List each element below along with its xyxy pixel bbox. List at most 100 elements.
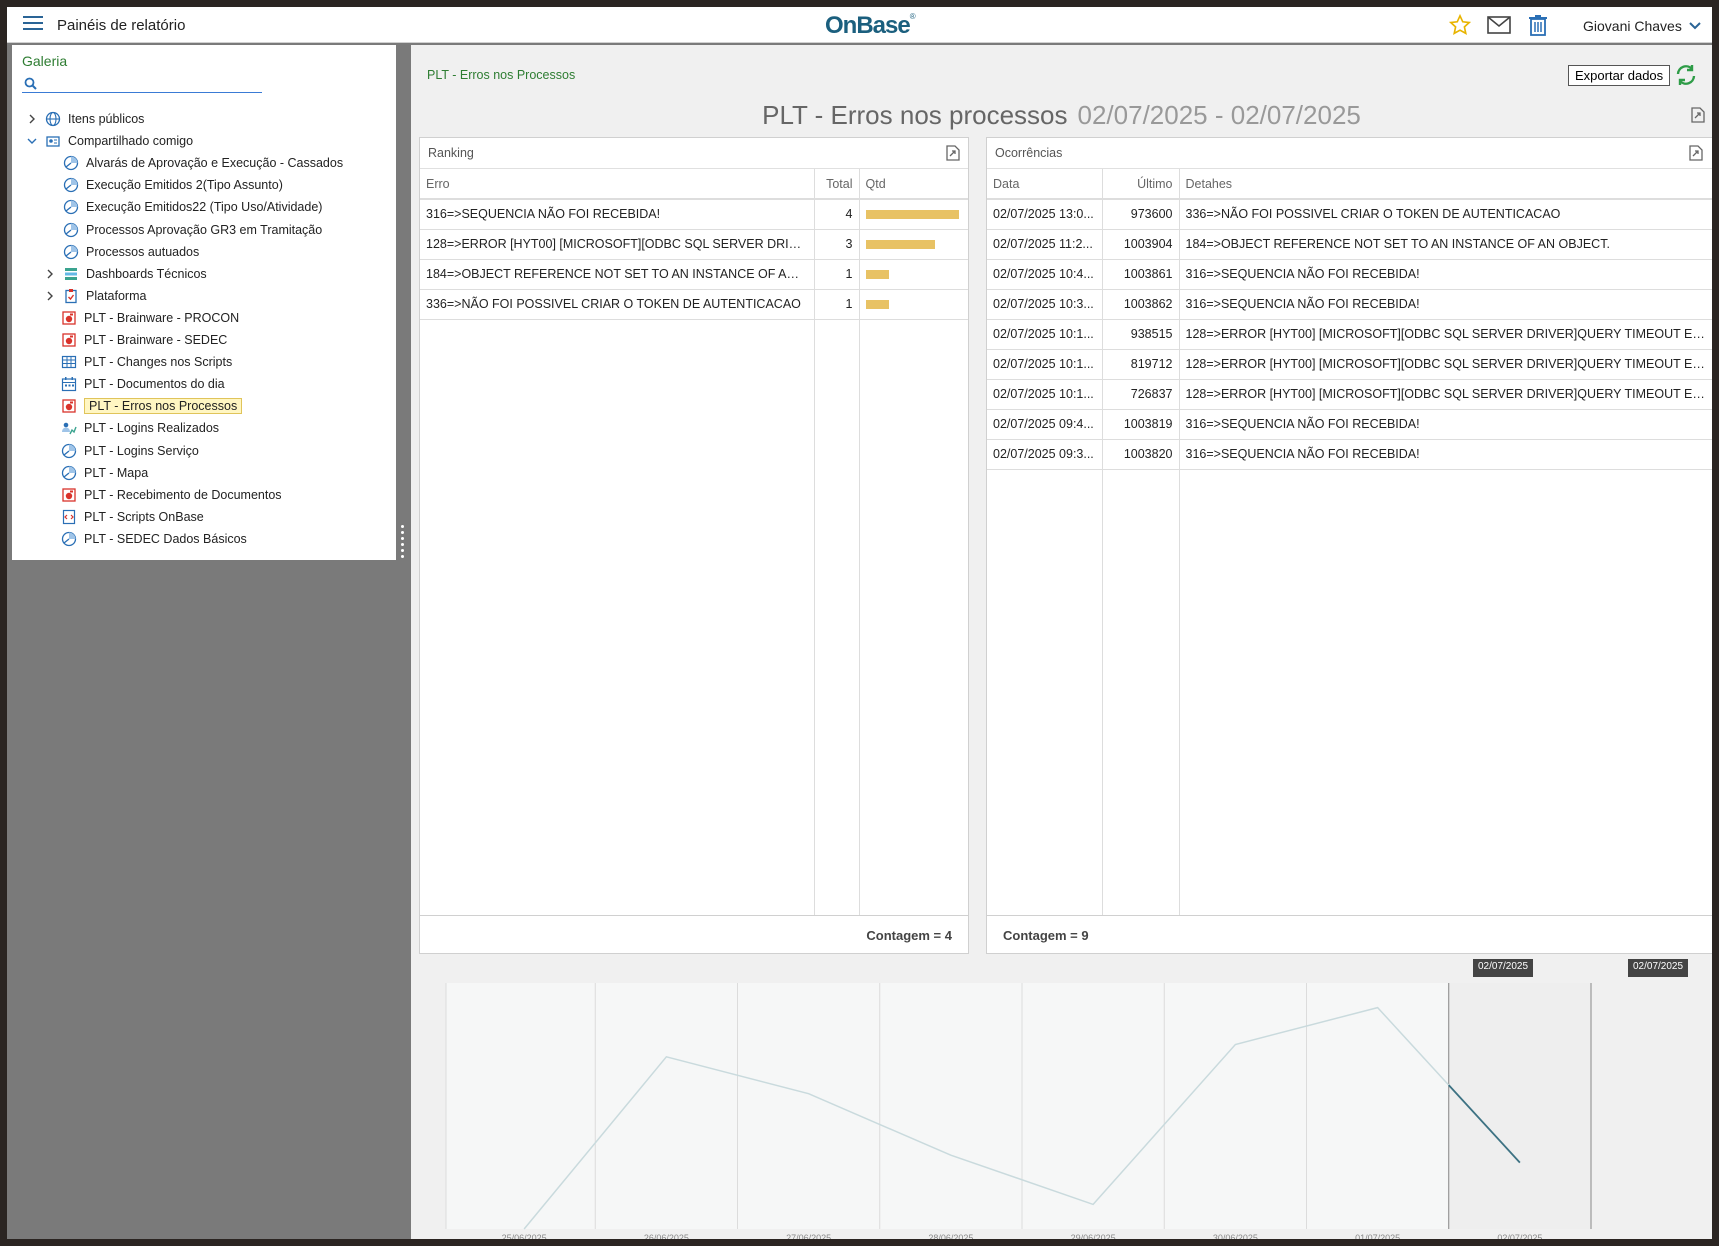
ocorrencia-data: 02/07/2025 13:0... (987, 199, 1103, 230)
ranking-count: Contagem = 4 (420, 915, 968, 953)
ranking-row[interactable]: 316=>SEQUENCIA NÃO FOI RECEBIDA! 4 (420, 199, 968, 230)
panel-resize-handle[interactable] (401, 525, 404, 565)
ocorrencia-row[interactable]: 02/07/2025 09:3... 1003820 316=>SEQUENCIA … (987, 439, 1712, 470)
ranking-erro: 336=>NÃO FOI POSSIVEL CRIAR O TOKEN DE A… (420, 289, 815, 320)
tree-item-label: PLT - Logins Serviço (84, 443, 199, 458)
globe-icon (45, 111, 61, 127)
ocorrencia-row[interactable]: 02/07/2025 11:2... 1003904 184=>OBJECT REF… (987, 229, 1712, 260)
column-header-ultimo[interactable]: Último (1102, 169, 1180, 200)
tree-item-execu-o-emitidos-2-tipo-assunto[interactable]: Execução Emitidos 2(Tipo Assunto) (43, 175, 283, 195)
chevron-right-icon[interactable] (25, 114, 39, 124)
ocorrencia-row[interactable]: 02/07/2025 13:0... 973600 336=>NÃO FOI POS… (987, 199, 1712, 230)
chevron-down-icon[interactable] (1689, 19, 1701, 34)
column-header-data[interactable]: Data (987, 169, 1103, 200)
ocorrencia-ultimo: 1003862 (1102, 289, 1180, 320)
export-document-icon[interactable] (1689, 145, 1703, 161)
dashboard-icon (63, 177, 79, 193)
breadcrumb[interactable]: PLT - Erros nos Processos (427, 68, 575, 82)
ocorrencia-ultimo: 1003819 (1102, 409, 1180, 440)
tree-item-label: PLT - Erros nos Processos (84, 398, 243, 415)
tree-item-plt-brainware-procon[interactable]: PLT - Brainware - PROCON (61, 308, 239, 328)
chevron-down-icon[interactable] (25, 137, 39, 145)
timeline-tick-label: 27/06/2025 (786, 1233, 831, 1239)
tree-item-plt-brainware-sedec[interactable]: PLT - Brainware - SEDEC (61, 330, 227, 350)
gallery-search-input[interactable] (22, 73, 262, 93)
column-header-total[interactable]: Total (814, 169, 860, 200)
chevron-right-icon[interactable] (43, 291, 57, 301)
column-header-qtd[interactable]: Qtd (859, 169, 968, 200)
tree-item-plataforma[interactable]: Plataforma (43, 286, 146, 306)
ocorrencias-title-text: Ocorrências (995, 146, 1063, 160)
tree-item-processos-aprova-o-gr3-em-tramita-o[interactable]: Processos Aprovação GR3 em Tramitação (43, 220, 322, 240)
ranking-total: 1 (814, 289, 860, 320)
ranking-total: 3 (814, 229, 860, 260)
report-red-icon (61, 310, 77, 326)
trash-icon[interactable] (1525, 13, 1551, 37)
qtd-bar (865, 239, 936, 249)
tree-item-label: Compartilhado comigo (68, 134, 194, 149)
tree-item-label: PLT - Brainware - SEDEC (84, 333, 228, 347)
ocorrencia-row[interactable]: 02/07/2025 10:1... 819712 128=>ERROR [HYT0… (987, 349, 1712, 380)
tree-item-alvar-s-de-aprova-o-e-execu-o-cassados[interactable]: Alvarás de Aprovação e Execução - Cassad… (43, 153, 343, 173)
mail-icon[interactable] (1486, 13, 1512, 37)
timeline-tick-label: 25/06/2025 (502, 1233, 547, 1239)
refresh-icon[interactable] (1674, 63, 1698, 87)
star-icon[interactable] (1447, 13, 1473, 37)
ocorrencia-row[interactable]: 02/07/2025 10:1... 726837 128=>ERROR [HYT0… (987, 379, 1712, 410)
ranking-total: 1 (814, 259, 860, 290)
timeline-chart[interactable]: 25/06/2025 26/06/2025 27/06/2025 28/06/2025… (411, 979, 1707, 1239)
ocorrencia-data: 02/07/2025 10:1... (987, 349, 1103, 380)
tree-item-compartilhado-comigo[interactable]: Compartilhado comigo (25, 131, 193, 151)
tree-item-plt-sedec-dados-b-sicos[interactable]: PLT - SEDEC Dados Básicos (61, 529, 247, 549)
dashboard-icon (61, 443, 77, 459)
ranking-row[interactable]: 184=>OBJECT REFERENCE NOT SET TO AN INST… (420, 259, 968, 290)
tree-item-processos-autuados[interactable]: Processos autuados (43, 242, 199, 262)
ocorrencia-detalhes: 316=>SEQUENCIA NÃO FOI RECEBIDA! (1179, 439, 1712, 470)
ranking-title-text: Ranking (428, 146, 474, 160)
selection-start-label: 02/07/2025 (1473, 959, 1534, 977)
tree-item-itens-p-blicos[interactable]: Itens públicos (25, 109, 144, 129)
ranking-row[interactable]: 128=>ERROR [HYT00] [MICROSOFT][ODBC SQL … (420, 229, 968, 260)
ocorrencia-ultimo: 726837 (1102, 379, 1180, 410)
export-document-icon[interactable] (946, 145, 960, 161)
export-data-button[interactable]: Exportar dados (1568, 65, 1671, 86)
column-header-erro[interactable]: Erro (420, 169, 815, 200)
ocorrencia-row[interactable]: 02/07/2025 09:4... 1003819 316=>SEQUENCIA … (987, 409, 1712, 440)
tree-item-plt-logins-realizados[interactable]: PLT - Logins Realizados (61, 418, 219, 438)
chevron-right-icon[interactable] (43, 269, 57, 279)
tree-item-plt-changes-nos-scripts[interactable]: PLT - Changes nos Scripts (61, 352, 232, 372)
ocorrencia-row[interactable]: 02/07/2025 10:1... 938515 128=>ERROR [HYT0… (987, 319, 1712, 350)
tree-item-label: PLT - Logins Realizados (84, 421, 220, 436)
tree-item-plt-recebimento-de-documentos[interactable]: PLT - Recebimento de Documentos (61, 485, 282, 505)
tree-item-execu-o-emitidos22-tipo-uso-atividade[interactable]: Execução Emitidos22 (Tipo Uso/Atividade) (43, 197, 322, 217)
ranking-erro: 316=>SEQUENCIA NÃO FOI RECEBIDA! (420, 199, 815, 230)
export-document-icon[interactable] (1691, 107, 1705, 123)
tree-item-label: PLT - Recebimento de Documentos (84, 487, 282, 502)
ranking-total: 4 (814, 199, 860, 230)
dashboard-icon (63, 244, 79, 260)
ocorrencia-detalhes: 316=>SEQUENCIA NÃO FOI RECEBIDA! (1179, 259, 1712, 290)
tree-item-dashboards-t-cnicos[interactable]: Dashboards Técnicos (43, 264, 207, 284)
ocorrencia-row[interactable]: 02/07/2025 10:4... 1003861 316=>SEQUENCIA … (987, 259, 1712, 290)
tree-item-plt-erros-nos-processos[interactable]: PLT - Erros nos Processos (61, 396, 243, 416)
tree-item-label: PLT - SEDEC Dados Básicos (84, 531, 247, 546)
column-header-detalhes[interactable]: Detahes (1179, 169, 1712, 200)
ocorrencia-detalhes: 316=>SEQUENCIA NÃO FOI RECEBIDA! (1179, 409, 1712, 440)
hamburger-icon[interactable] (23, 16, 43, 34)
ocorrencia-detalhes: 128=>ERROR [HYT00] [MICROSOFT][ODBC SQL … (1179, 379, 1712, 410)
ranking-row[interactable]: 336=>NÃO FOI POSSIVEL CRIAR O TOKEN DE A… (420, 289, 968, 320)
tree-item-plt-mapa[interactable]: PLT - Mapa (61, 463, 148, 483)
timeline-tick-label: 29/06/2025 (1071, 1233, 1116, 1239)
tree-item-plt-scripts-onbase[interactable]: PLT - Scripts OnBase (61, 507, 204, 527)
ranking-erro: 128=>ERROR [HYT00] [MICROSOFT][ODBC SQL … (420, 229, 815, 260)
ranking-erro: 184=>OBJECT REFERENCE NOT SET TO AN INST… (420, 259, 815, 290)
ranking-qtd-cell (859, 229, 968, 260)
dashboard-icon (63, 155, 79, 171)
ocorrencia-data: 02/07/2025 09:4... (987, 409, 1103, 440)
tree-item-plt-documentos-do-dia[interactable]: PLT - Documentos do dia (61, 374, 225, 394)
tree-item-plt-logins-servi-o[interactable]: PLT - Logins Serviço (61, 441, 199, 461)
ocorrencia-row[interactable]: 02/07/2025 10:3... 1003862 316=>SEQUENCIA … (987, 289, 1712, 320)
top-bar: Painéis de relatório OnBase® Giovani Cha… (7, 7, 1712, 43)
tree-item-label: PLT - Scripts OnBase (84, 509, 204, 524)
user-menu[interactable]: Giovani Chaves (1583, 18, 1682, 34)
